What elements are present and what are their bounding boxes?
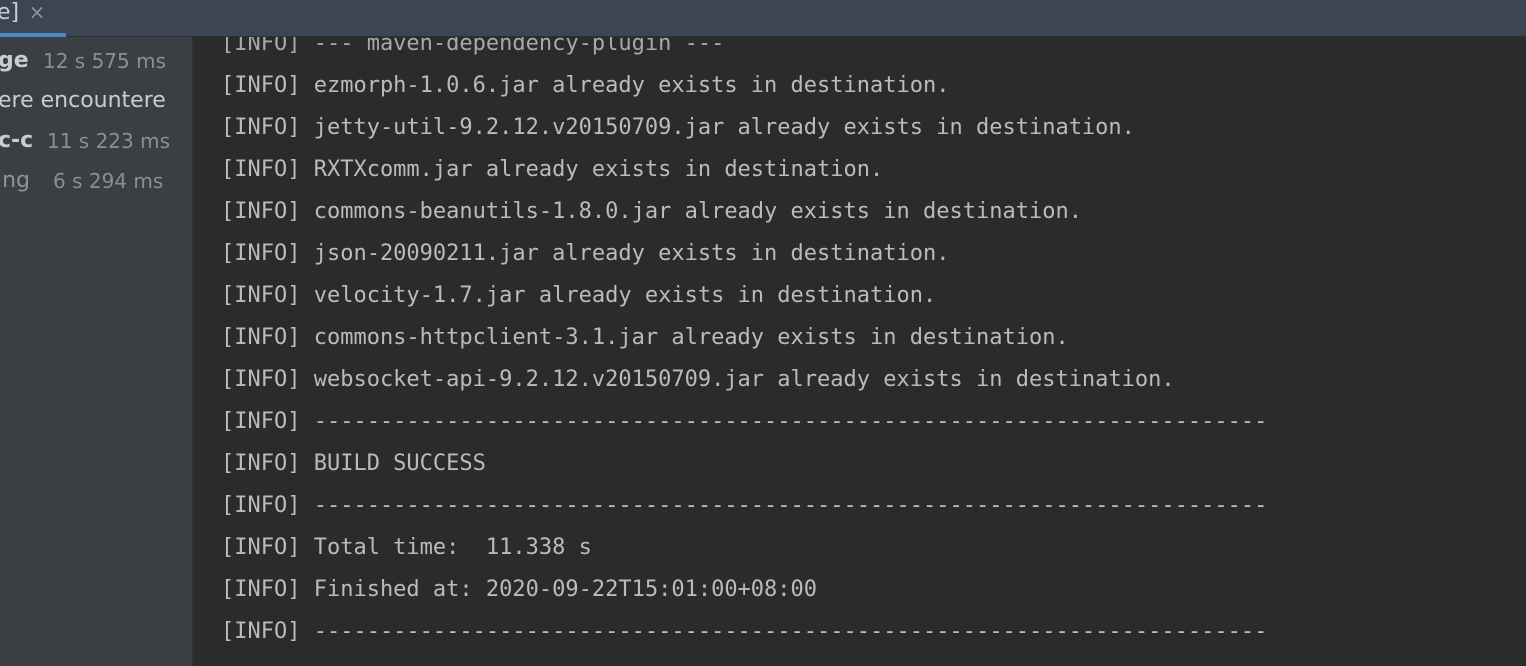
console-line: [INFO] websocket-api-9.2.12.v20150709.ja… xyxy=(221,367,1175,392)
console-log-lines: [INFO] --- maven-dependency-plugin --- [… xyxy=(221,37,1267,653)
console-separator-line: [INFO] ---------------------------------… xyxy=(221,409,1268,434)
close-icon[interactable]: × xyxy=(26,1,48,23)
run-tab-label: e] xyxy=(0,0,20,25)
console-line: [INFO] RXTXcomm.jar already exists in de… xyxy=(221,157,884,182)
run-tab[interactable]: e] × xyxy=(0,0,66,37)
console-line: [INFO] commons-beanutils-1.8.0.jar alrea… xyxy=(221,199,1082,224)
build-tool-window: e] × ge 12 s 575 ms ere encountere c-c 1… xyxy=(0,0,1526,666)
console-line: [INFO] velocity-1.7.jar already exists i… xyxy=(221,283,937,308)
total-time-line: [INFO] Total time: 11.338 s xyxy=(221,535,592,560)
console-line-partial: [INFO] --- maven-dependency-plugin --- xyxy=(221,37,725,56)
build-tree-node-name: ge xyxy=(0,48,29,73)
build-tree-node[interactable]: ere encountere xyxy=(0,81,190,121)
console-line: [INFO] commons-httpclient-3.1.jar alread… xyxy=(221,325,1069,350)
build-tree-node[interactable]: ge 12 s 575 ms xyxy=(0,41,190,81)
console-separator-line: [INFO] ---------------------------------… xyxy=(221,493,1268,518)
build-tree-node[interactable]: ing 6 s 294 ms xyxy=(0,161,190,201)
build-tree-node-name: ing xyxy=(0,168,31,193)
build-tree-node-name: c-c xyxy=(0,128,34,153)
build-tree-node-name: ere encountere xyxy=(0,88,166,113)
console-separator-line: [INFO] ---------------------------------… xyxy=(221,619,1268,644)
build-success-line: [INFO] BUILD SUCCESS xyxy=(221,451,486,476)
build-tree-panel: ge 12 s 575 ms ere encountere c-c 11 s 2… xyxy=(0,37,193,666)
console-line: [INFO] json-20090211.jar already exists … xyxy=(221,241,950,266)
build-tree-node-time: 12 s 575 ms xyxy=(43,49,167,73)
build-tree-node-time: 11 s 223 ms xyxy=(47,129,171,153)
finished-at-line: [INFO] Finished at: 2020-09-22T15:01:00+… xyxy=(221,577,818,602)
console-line: [INFO] ezmorph-1.0.6.jar already exists … xyxy=(221,73,950,98)
build-tree-node-time: 6 s 294 ms xyxy=(53,169,164,193)
tool-window-tab-bar: e] × xyxy=(0,0,1526,37)
console-output[interactable]: [INFO] --- maven-dependency-plugin --- [… xyxy=(193,37,1526,666)
build-tree-node[interactable]: c-c 11 s 223 ms xyxy=(0,121,190,161)
console-line: [INFO] jetty-util-9.2.12.v20150709.jar a… xyxy=(221,115,1135,140)
